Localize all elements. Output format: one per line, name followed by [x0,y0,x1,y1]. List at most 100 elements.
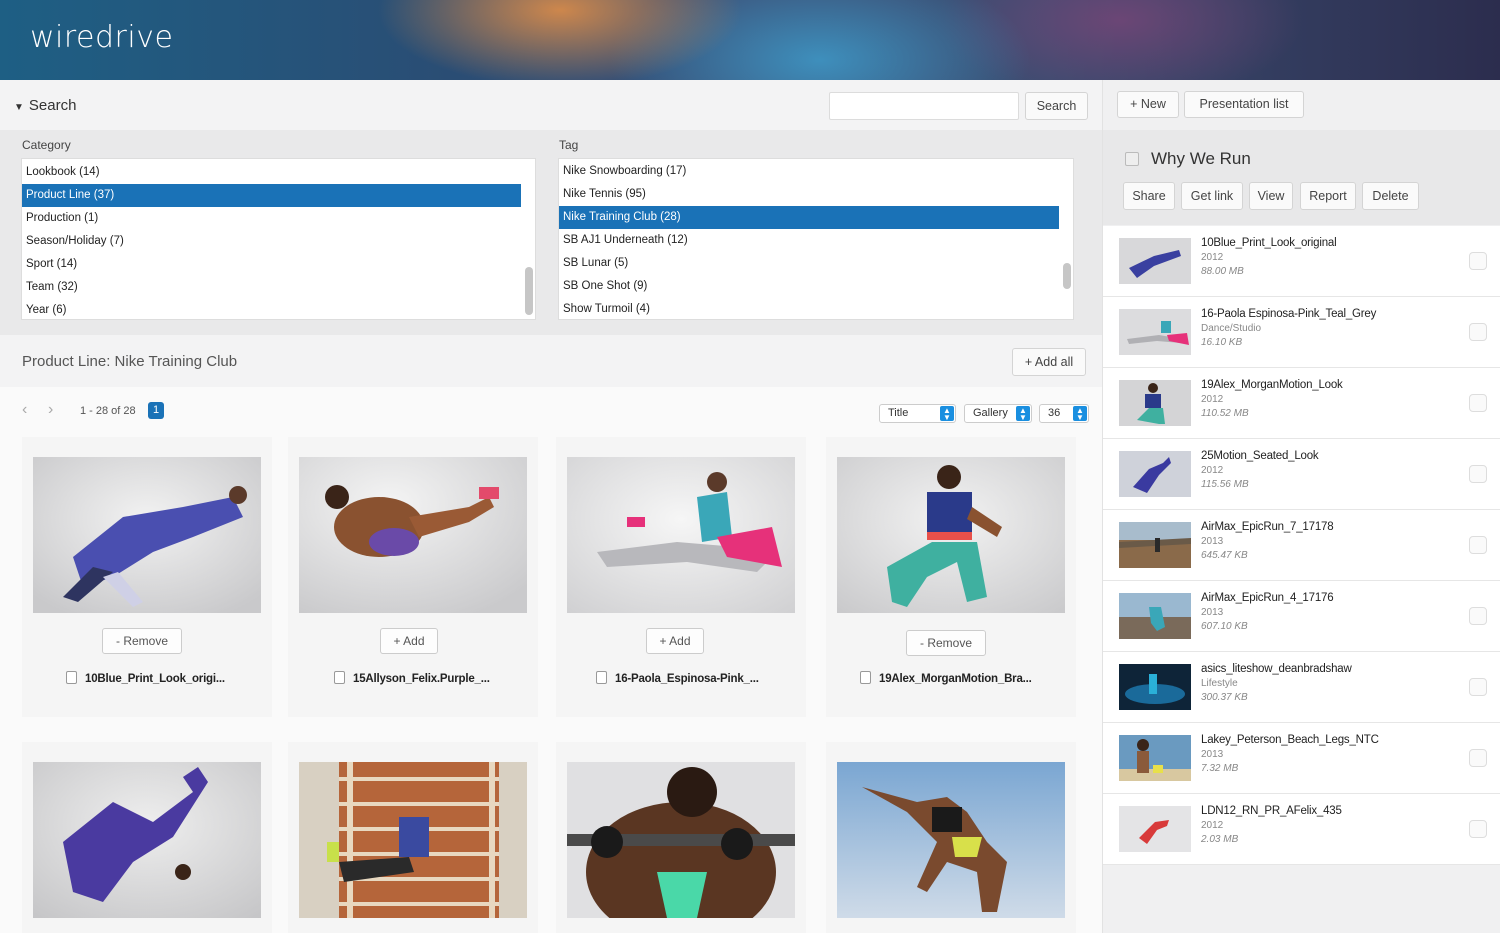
category-option-selected[interactable]: Product Line (37) [22,184,521,207]
remove-button[interactable]: - Remove [906,630,986,656]
get-link-button[interactable]: Get link [1181,182,1243,210]
gallery-card[interactable]: - Remove 10Blue_Print_Look_origi... [22,437,272,717]
presentation-item[interactable]: 25Motion_Seated_Look 2012 115.56 MB [1103,439,1500,510]
item-thumbnail [1119,735,1191,781]
search-toggle[interactable]: ▼ Search [14,97,76,114]
document-icon [334,671,345,684]
search-input[interactable] [829,92,1019,120]
filter-panel: Category Lookbook (14) Product Line (37)… [0,130,1102,335]
share-button[interactable]: Share [1123,182,1175,210]
asset-thumbnail[interactable] [567,457,795,613]
next-page-icon[interactable]: › [48,401,53,419]
item-thumbnail [1119,593,1191,639]
presentation-item[interactable]: 16-Paola Espinosa-Pink_Teal_Grey Dance/S… [1103,297,1500,368]
asset-name-text: 16-Paola_Espinosa-Pink_... [615,673,759,685]
asset-thumbnail[interactable] [837,762,1065,918]
item-size: 16.10 KB [1201,337,1243,348]
remove-button[interactable]: - Remove [102,628,182,654]
new-presentation-button[interactable]: + New [1117,91,1179,118]
gallery-card[interactable] [826,742,1076,933]
category-option[interactable]: Year (6) [22,299,535,319]
tag-option[interactable]: SB Lunar (5) [559,252,1073,275]
report-button[interactable]: Report [1300,182,1356,210]
item-meta: 2013 [1201,536,1224,547]
item-menu-icon[interactable] [1469,323,1487,341]
gallery-card[interactable] [288,742,538,933]
item-meta: Lifestyle [1201,678,1238,689]
asset-thumbnail[interactable] [33,457,261,613]
category-option[interactable]: Lookbook (14) [22,161,535,184]
presentation-item[interactable]: asics_liteshow_deanbradshaw Lifestyle 30… [1103,652,1500,723]
wiredrive-logo[interactable]: wiredrive [30,20,173,55]
item-thumbnail [1119,806,1191,852]
gallery-card[interactable]: - Remove 19Alex_MorganMotion_Bra... [826,437,1076,717]
item-menu-icon[interactable] [1469,394,1487,412]
sort-select[interactable]: Title ▲ ▼ [879,404,956,423]
tag-option[interactable]: Show Turmoil (4) [559,298,1073,319]
presentation-list-button[interactable]: Presentation list [1184,91,1304,118]
view-select[interactable]: Gallery ▲ ▼ [964,404,1032,423]
tag-option[interactable]: Nike Snowboarding (17) [559,160,1073,183]
add-button[interactable]: + Add [646,628,704,654]
tag-listbox[interactable]: Nike Snowboarding (17) Nike Tennis (95) … [558,158,1074,320]
gallery-card[interactable] [556,742,806,933]
prev-page-icon[interactable]: ‹ [22,401,27,419]
presentation-title: Why We Run [1151,149,1251,168]
gallery-card[interactable]: + Add 16-Paola_Espinosa-Pink_... [556,437,806,717]
asset-name[interactable]: 10Blue_Print_Look_origi... [66,671,225,685]
item-menu-icon[interactable] [1469,678,1487,696]
delete-button[interactable]: Delete [1362,182,1419,210]
select-arrows-icon: ▲ ▼ [1016,406,1030,422]
item-meta: 2013 [1201,607,1224,618]
item-meta: 2012 [1201,252,1224,263]
item-size: 88.00 MB [1201,266,1244,277]
item-size: 607.10 KB [1201,621,1248,632]
view-select-value: Gallery [973,407,1008,419]
item-menu-icon[interactable] [1469,465,1487,483]
asset-thumbnail[interactable] [567,762,795,918]
category-listbox[interactable]: Lookbook (14) Product Line (37) Producti… [21,158,536,320]
tag-option-selected[interactable]: Nike Training Club (28) [559,206,1059,229]
tag-option[interactable]: Nike Tennis (95) [559,183,1073,206]
tag-option[interactable]: SB AJ1 Underneath (12) [559,229,1073,252]
presentation-header [1103,130,1500,225]
category-option[interactable]: Sport (14) [22,253,535,276]
item-menu-icon[interactable] [1469,536,1487,554]
item-menu-icon[interactable] [1469,252,1487,270]
item-size: 7.32 MB [1201,763,1239,774]
search-button[interactable]: Search [1025,92,1088,120]
asset-name[interactable]: 15Allyson_Felix.Purple_... [334,671,490,685]
select-arrows-icon: ▲ ▼ [940,406,954,422]
presentation-item[interactable]: Lakey_Peterson_Beach_Legs_NTC 2013 7.32 … [1103,723,1500,794]
per-page-select[interactable]: 36 ▲ ▼ [1039,404,1089,423]
gallery-card[interactable]: + Add 15Allyson_Felix.Purple_... [288,437,538,717]
category-scrollbar[interactable] [525,267,533,315]
asset-thumbnail[interactable] [837,457,1065,613]
tag-scrollbar[interactable] [1063,263,1071,289]
tag-option[interactable]: SB One Shot (9) [559,275,1073,298]
current-page-badge[interactable]: 1 [148,402,164,419]
presentation-item[interactable]: AirMax_EpicRun_7_17178 2013 645.47 KB [1103,510,1500,581]
view-button[interactable]: View [1249,182,1293,210]
presentation-item[interactable]: AirMax_EpicRun_4_17176 2013 607.10 KB [1103,581,1500,652]
category-option[interactable]: Season/Holiday (7) [22,230,535,253]
item-menu-icon[interactable] [1469,820,1487,838]
item-menu-icon[interactable] [1469,607,1487,625]
asset-name[interactable]: 16-Paola_Espinosa-Pink_... [596,671,759,685]
product-title: Product Line: Nike Training Club [22,353,238,370]
presentation-item[interactable]: LDN12_RN_PR_AFelix_435 2012 2.03 MB [1103,794,1500,865]
asset-thumbnail[interactable] [299,762,527,918]
asset-thumbnail[interactable] [33,762,261,918]
asset-thumbnail[interactable] [299,457,527,613]
presentation-item[interactable]: 19Alex_MorganMotion_Look 2012 110.52 MB [1103,368,1500,439]
gallery-card[interactable] [22,742,272,933]
item-thumbnail [1119,522,1191,568]
document-icon [66,671,77,684]
presentation-item[interactable]: 10Blue_Print_Look_original 2012 88.00 MB [1103,226,1500,297]
add-all-button[interactable]: + Add all [1012,348,1086,376]
asset-name[interactable]: 19Alex_MorganMotion_Bra... [860,671,1032,685]
add-button[interactable]: + Add [380,628,438,654]
category-option[interactable]: Team (32) [22,276,535,299]
item-menu-icon[interactable] [1469,749,1487,767]
category-option[interactable]: Production (1) [22,207,535,230]
